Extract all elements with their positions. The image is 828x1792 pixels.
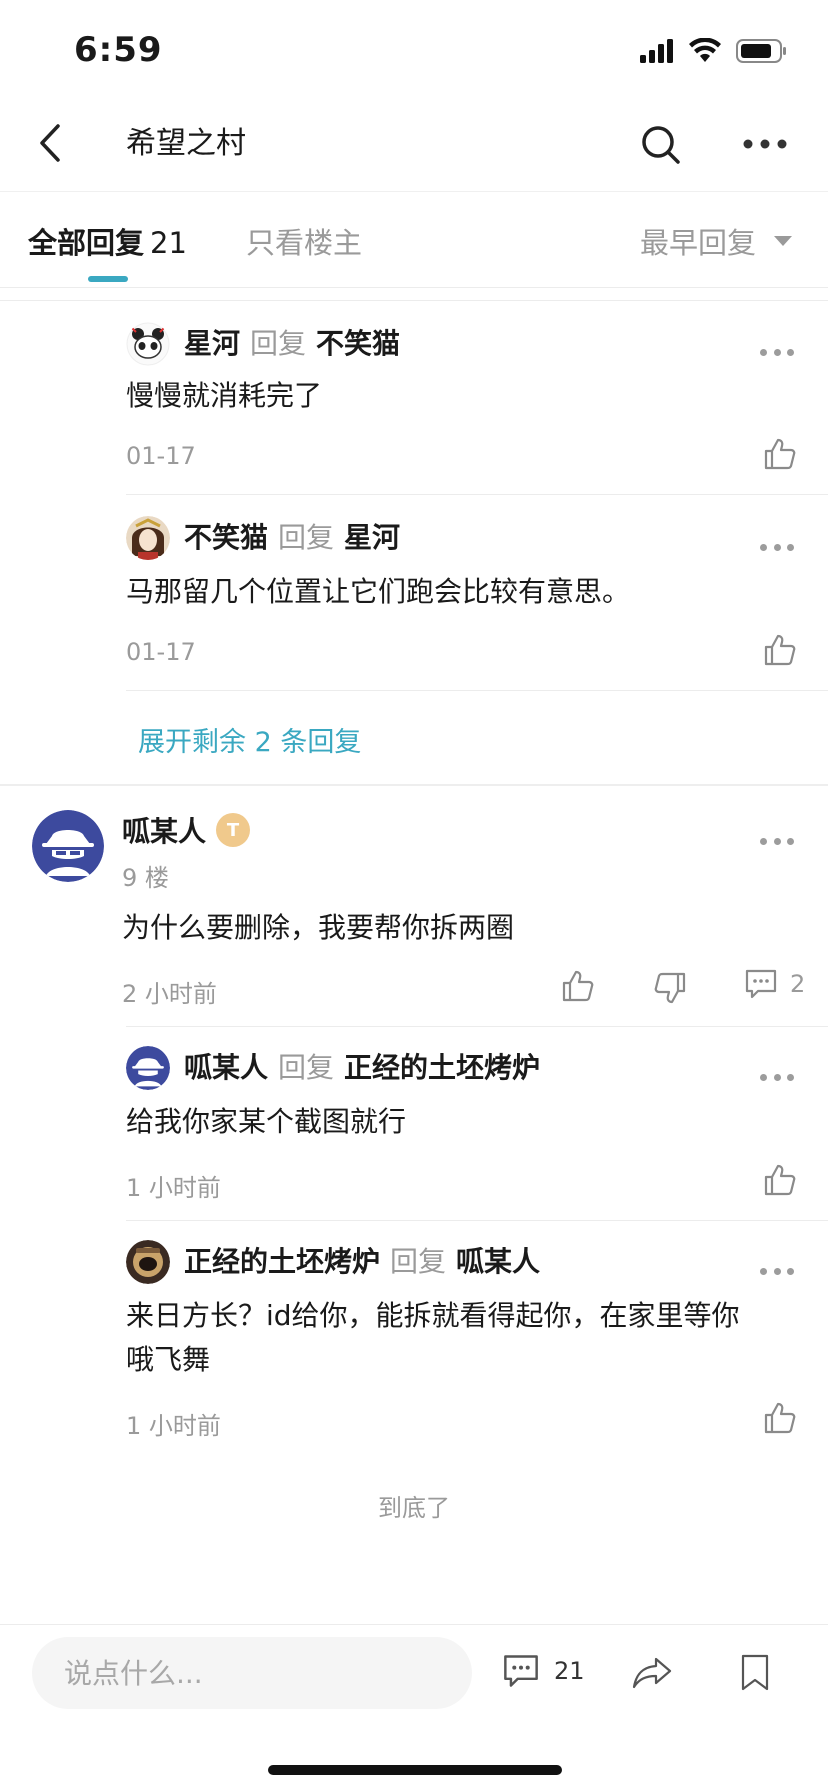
tab-active-indicator xyxy=(88,276,128,282)
comments-button[interactable]: 21 xyxy=(502,1653,585,1689)
nav-bar: 希望之村 xyxy=(0,96,828,192)
reply-author[interactable]: 呱某人 xyxy=(184,1051,268,1084)
reply-text: 马那留几个位置让它们跑会比较有意思。 xyxy=(126,575,631,608)
girl-avatar-icon xyxy=(126,516,170,560)
divider xyxy=(126,1220,828,1221)
comment-icon xyxy=(745,969,777,999)
reply-header: 不笑猫 回复 星河 xyxy=(184,516,400,556)
home-indicator[interactable] xyxy=(268,1765,562,1775)
tab-owner-only[interactable]: 只看楼主 xyxy=(246,220,362,262)
reply-word: 回复 xyxy=(250,327,307,360)
tab-bar: 全部回复 21 只看楼主 最早回复 xyxy=(0,192,828,288)
status-icons xyxy=(640,38,788,64)
reply-text-line2: 哦飞舞 xyxy=(126,1343,211,1376)
end-of-list-text: 到底了 xyxy=(378,1494,450,1522)
comment-icon xyxy=(504,1655,538,1687)
tab-all-replies[interactable]: 全部回复 21 xyxy=(28,220,187,262)
status-time: 6:59 xyxy=(74,30,163,70)
reply-word: 回复 xyxy=(278,1051,335,1084)
sort-dropdown[interactable]: 最早回复 xyxy=(640,220,793,262)
spy-avatar-icon xyxy=(126,1046,170,1090)
reply-text: 给我你家某个截图就行 xyxy=(126,1105,407,1138)
like-icon[interactable] xyxy=(560,968,596,1004)
spy-avatar-icon xyxy=(32,810,104,882)
divider xyxy=(126,690,828,691)
more-options-icon[interactable] xyxy=(760,1072,794,1082)
avatar[interactable] xyxy=(126,516,170,560)
avatar[interactable] xyxy=(32,810,104,882)
reply-header: 正经的土坯烤炉 回复 呱某人 xyxy=(184,1240,540,1280)
reply-target[interactable]: 星河 xyxy=(344,521,400,554)
bottom-bar: 21 xyxy=(0,1624,828,1792)
battery-icon xyxy=(736,39,786,63)
post-text: 为什么要删除，我要帮你拆两圈 xyxy=(122,911,515,944)
dislike-icon[interactable] xyxy=(652,970,688,1006)
divider xyxy=(126,1026,828,1027)
avatar[interactable] xyxy=(126,322,170,366)
post-header: 呱某人 T xyxy=(122,810,251,850)
avatar[interactable] xyxy=(126,1046,170,1090)
reply-header: 星河 回复 不笑猫 xyxy=(184,322,400,362)
floor-number: 9 楼 xyxy=(122,864,169,892)
more-options-icon[interactable] xyxy=(760,542,794,552)
reply-text-line1: 来日方长？id给你，能拆就看得起你，在家里等你 xyxy=(126,1299,740,1332)
panda-avatar-icon xyxy=(126,322,170,366)
post-author[interactable]: 呱某人 xyxy=(122,810,206,850)
sort-label: 最早回复 xyxy=(640,226,757,260)
expand-replies-link[interactable]: 展开剩余 2 条回复 xyxy=(138,720,361,759)
reply-time: 01-17 xyxy=(126,638,196,666)
reply-header: 呱某人 回复 正经的土坯烤炉 xyxy=(184,1046,540,1086)
reply-target[interactable]: 正经的土坯烤炉 xyxy=(344,1051,540,1084)
reply-author[interactable]: 星河 xyxy=(184,327,240,360)
tab-all-count: 21 xyxy=(150,226,187,260)
divider xyxy=(126,494,828,495)
comment-count: 2 xyxy=(790,970,806,998)
chevron-down-icon xyxy=(774,236,793,246)
more-options-icon[interactable] xyxy=(760,836,794,846)
reply-target[interactable]: 呱某人 xyxy=(456,1245,540,1278)
post-time: 2 小时前 xyxy=(122,980,217,1008)
like-icon[interactable] xyxy=(762,1400,798,1436)
comment-count: 21 xyxy=(554,1657,585,1685)
reply-word: 回复 xyxy=(278,521,335,554)
oven-avatar-icon xyxy=(126,1240,170,1284)
signal-icon xyxy=(640,39,673,63)
tab-all-label: 全部回复 xyxy=(28,226,145,260)
reply-word: 回复 xyxy=(390,1245,447,1278)
more-options-icon[interactable] xyxy=(760,347,794,357)
reply-text: 慢慢就消耗完了 xyxy=(126,379,323,412)
share-icon[interactable] xyxy=(630,1655,674,1691)
reply-time: 1 小时前 xyxy=(126,1412,221,1440)
more-options-icon[interactable] xyxy=(760,1266,794,1276)
section-divider xyxy=(0,784,828,786)
like-icon[interactable] xyxy=(762,632,798,668)
reply-author[interactable]: 正经的土坯烤炉 xyxy=(184,1245,380,1278)
reply-time: 01-17 xyxy=(126,442,196,470)
search-icon[interactable] xyxy=(636,120,684,168)
comment-input[interactable] xyxy=(32,1637,472,1709)
bookmark-icon[interactable] xyxy=(738,1653,772,1693)
wifi-icon xyxy=(689,38,721,62)
reply-target[interactable]: 不笑猫 xyxy=(316,327,400,360)
like-icon[interactable] xyxy=(762,1162,798,1198)
more-icon[interactable] xyxy=(740,124,790,164)
reply-author[interactable]: 不笑猫 xyxy=(184,521,268,554)
comment-button[interactable]: 2 xyxy=(744,968,805,1000)
page-title: 希望之村 xyxy=(126,126,246,161)
like-icon[interactable] xyxy=(762,436,798,472)
back-icon[interactable] xyxy=(28,118,78,168)
divider xyxy=(0,300,828,301)
level-badge-icon: T xyxy=(216,813,251,847)
reply-time: 1 小时前 xyxy=(126,1174,221,1202)
avatar[interactable] xyxy=(126,1240,170,1284)
